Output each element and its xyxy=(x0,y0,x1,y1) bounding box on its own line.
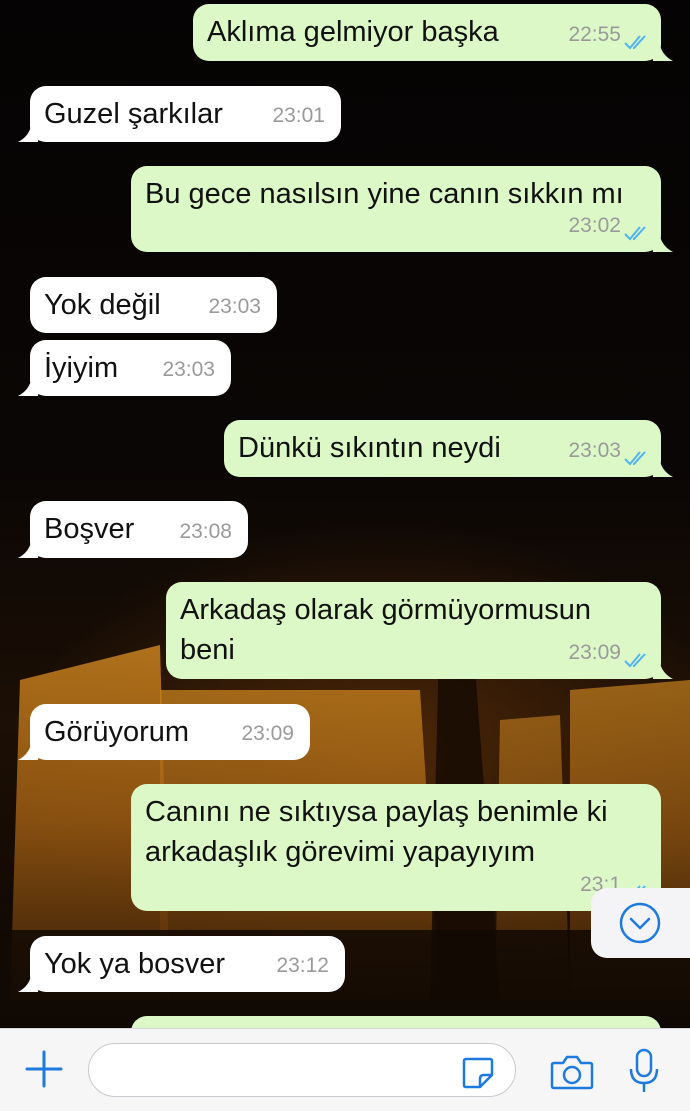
camera-icon[interactable] xyxy=(550,1053,594,1091)
message-bubble-incoming[interactable]: Yok değil 23:03 xyxy=(30,277,277,333)
message-time: 23:02 xyxy=(568,214,621,237)
message-bubble-outgoing[interactable]: Bu gece nasılsın yine canın sıkkın mı 23… xyxy=(131,166,673,252)
message-text: Bu gece nasılsın yine canın sıkkın mı xyxy=(145,178,624,210)
chevron-down-circle-icon xyxy=(619,902,661,944)
message-time: 22:55 xyxy=(568,23,621,46)
double-check-icon xyxy=(624,35,646,50)
message-text: Arkadaş olarak görmüyormusun beni xyxy=(180,594,592,666)
double-check-icon xyxy=(624,451,646,466)
microphone-icon[interactable] xyxy=(626,1047,662,1095)
message-text: Canını ne sıktıysa paylaş benimle ki ark… xyxy=(145,796,608,868)
message-time: 23:09 xyxy=(568,641,621,664)
message-text: Guzel şarkılar xyxy=(44,98,223,130)
message-bubble-incoming[interactable]: Yok ya bosver 23:12 xyxy=(18,936,345,992)
message-bubble-outgoing[interactable]: Dünkü sıkıntın neydi 23:03 xyxy=(224,420,673,477)
message-input[interactable] xyxy=(88,1043,516,1097)
message-bubble-incoming[interactable]: Guzel şarkılar 23:01 xyxy=(18,86,341,142)
double-check-icon xyxy=(624,226,646,241)
message-text: Aklıma gelmiyor başka xyxy=(207,16,499,48)
message-bubble-outgoing[interactable]: Arkadaş olarak görmüyormusun beni 23:09 xyxy=(166,582,673,679)
message-text: Görüyorum xyxy=(44,716,190,748)
message-bubble-incoming[interactable]: Görüyorum 23:09 xyxy=(18,704,310,760)
message-text: Dünkü sıkıntın neydi xyxy=(238,432,501,464)
message-text: Yok ya bosver xyxy=(44,948,226,980)
message-time: 23:03 xyxy=(568,439,621,462)
message-bubble-incoming[interactable]: İyiyim 23:03 xyxy=(18,340,231,396)
message-list: Aklıma gelmiyor başka 22:55 Guzel şarkıl… xyxy=(0,0,690,1056)
message-time: 23:08 xyxy=(179,520,232,543)
message-time: 23:01 xyxy=(272,104,325,127)
message-bubble-outgoing[interactable]: Canını ne sıktıysa paylaş benimle ki ark… xyxy=(131,784,661,911)
plus-icon[interactable] xyxy=(24,1049,64,1089)
message-time: 23:12 xyxy=(276,954,329,977)
message-text: İyiyim xyxy=(44,352,119,384)
sticker-icon[interactable] xyxy=(460,1055,496,1091)
message-text: Boşver xyxy=(44,513,135,545)
message-text: Yok değil xyxy=(44,289,161,321)
message-bubble-incoming[interactable]: Boşver 23:08 xyxy=(18,501,248,558)
message-time: 23:09 xyxy=(241,722,294,745)
double-check-icon xyxy=(624,653,646,668)
composer-bar xyxy=(0,1028,690,1111)
scroll-to-bottom-button[interactable] xyxy=(591,888,690,958)
message-bubble-outgoing[interactable]: Aklıma gelmiyor başka 22:55 xyxy=(193,4,673,61)
message-time: 23:03 xyxy=(208,295,261,318)
message-time: 23:03 xyxy=(162,358,215,381)
